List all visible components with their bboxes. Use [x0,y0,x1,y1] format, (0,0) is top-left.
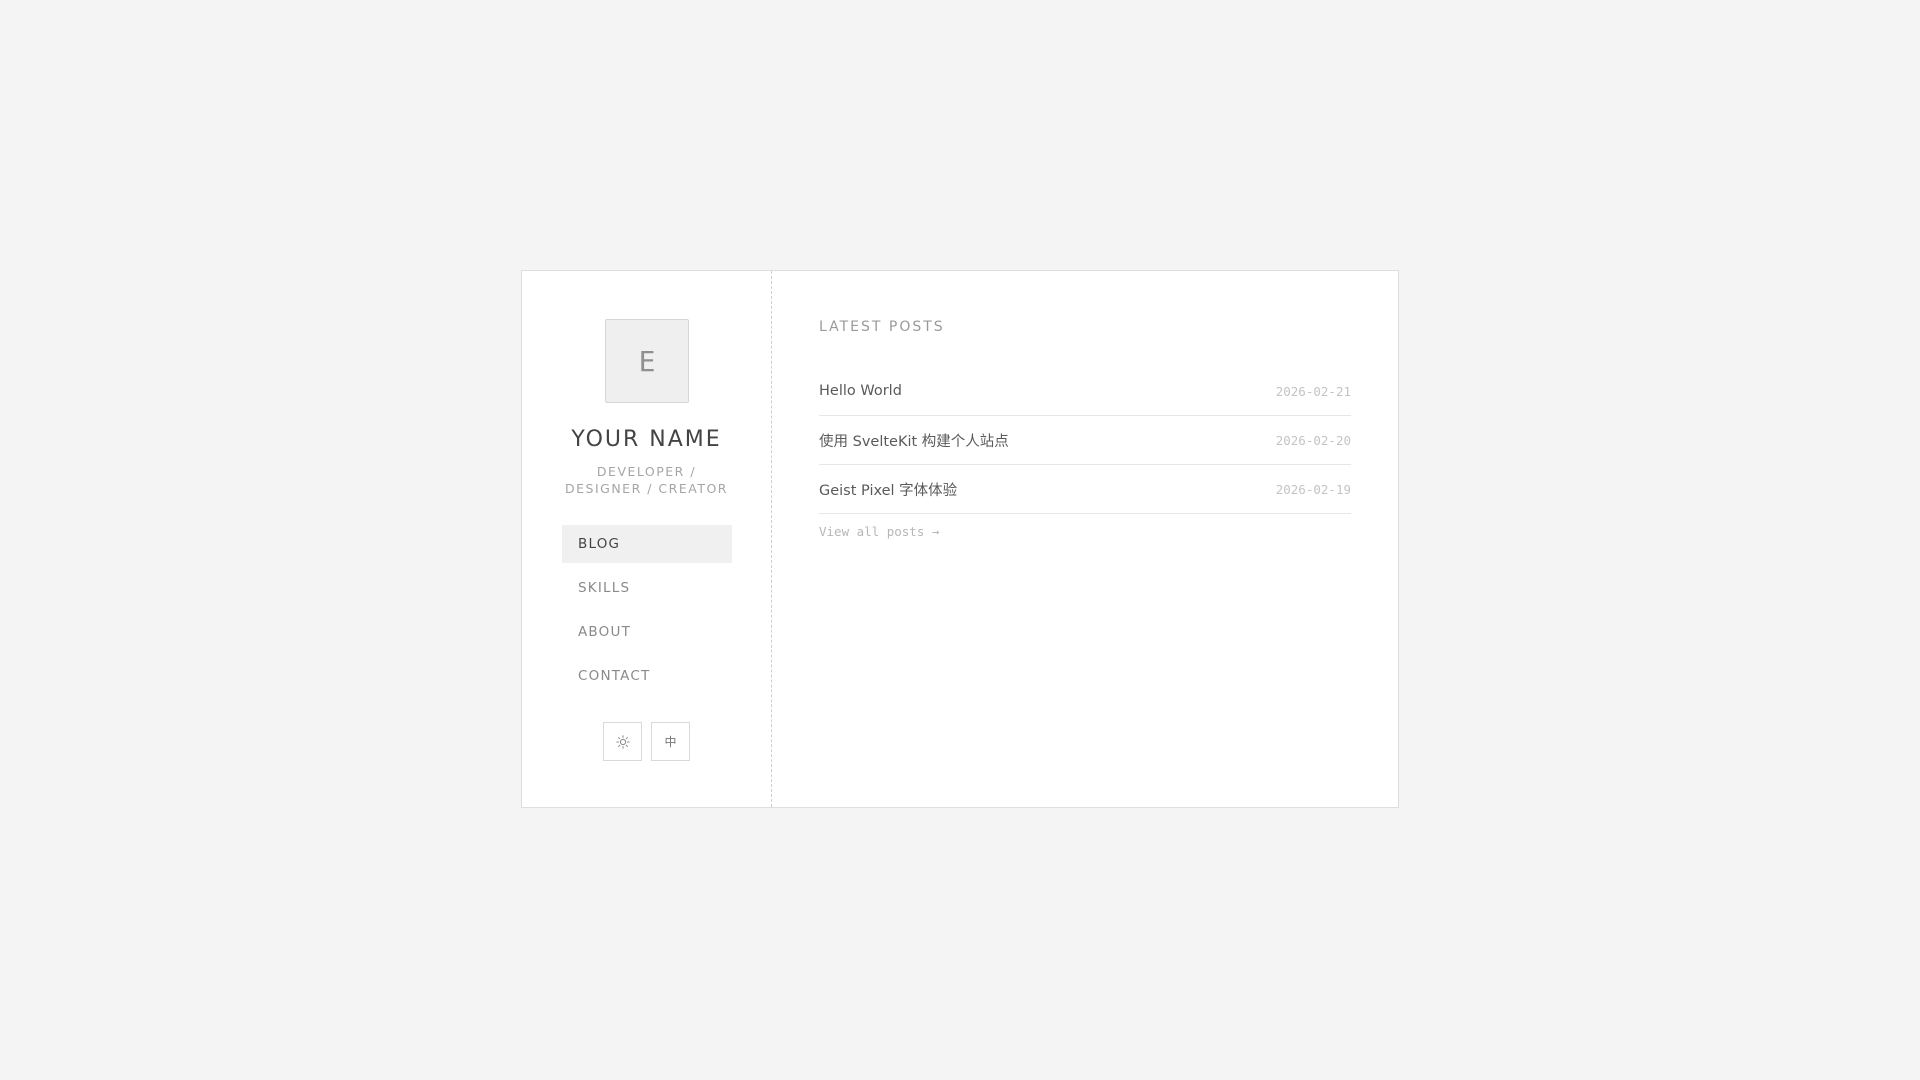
sidebar-controls: 中 [603,722,690,761]
view-all-posts-link[interactable]: View all posts → [819,524,939,539]
avatar: E [605,319,689,403]
post-item[interactable]: Geist Pixel 字体体验 2026-02-19 [819,465,1351,514]
nav-item-skills[interactable]: SKILLS [562,569,732,607]
subtitle-line-2: DESIGNER / CREATOR [565,481,728,496]
post-list: Hello World 2026-02-21 使用 SvelteKit 构建个人… [819,367,1351,514]
post-date: 2026-02-19 [1275,481,1351,497]
profile-name: YOUR NAME [571,427,722,452]
sun-icon [615,734,630,749]
post-title[interactable]: 使用 SvelteKit 构建个人站点 [819,430,1009,451]
language-toggle-button[interactable]: 中 [651,722,690,761]
main-content: LATEST POSTS Hello World 2026-02-21 使用 S… [772,271,1398,807]
post-title[interactable]: Geist Pixel 字体体验 [819,479,957,500]
sidebar: E YOUR NAME DEVELOPER / DESIGNER / CREAT… [522,271,772,807]
sidebar-nav: BLOG SKILLS ABOUT CONTACT [562,525,732,701]
nav-item-about[interactable]: ABOUT [562,613,732,651]
post-item[interactable]: Hello World 2026-02-21 [819,367,1351,416]
profile-subtitle: DEVELOPER / DESIGNER / CREATOR [542,463,751,497]
post-date: 2026-02-21 [1275,383,1351,399]
profile-card: E YOUR NAME DEVELOPER / DESIGNER / CREAT… [521,270,1399,808]
theme-toggle-button[interactable] [603,722,642,761]
nav-item-contact[interactable]: CONTACT [562,657,732,695]
post-date: 2026-02-20 [1275,432,1351,448]
post-item[interactable]: 使用 SvelteKit 构建个人站点 2026-02-20 [819,416,1351,465]
section-title: LATEST POSTS [819,319,945,335]
post-title[interactable]: Hello World [819,383,902,399]
subtitle-line-1: DEVELOPER / [596,464,697,479]
nav-item-blog[interactable]: BLOG [562,525,732,563]
